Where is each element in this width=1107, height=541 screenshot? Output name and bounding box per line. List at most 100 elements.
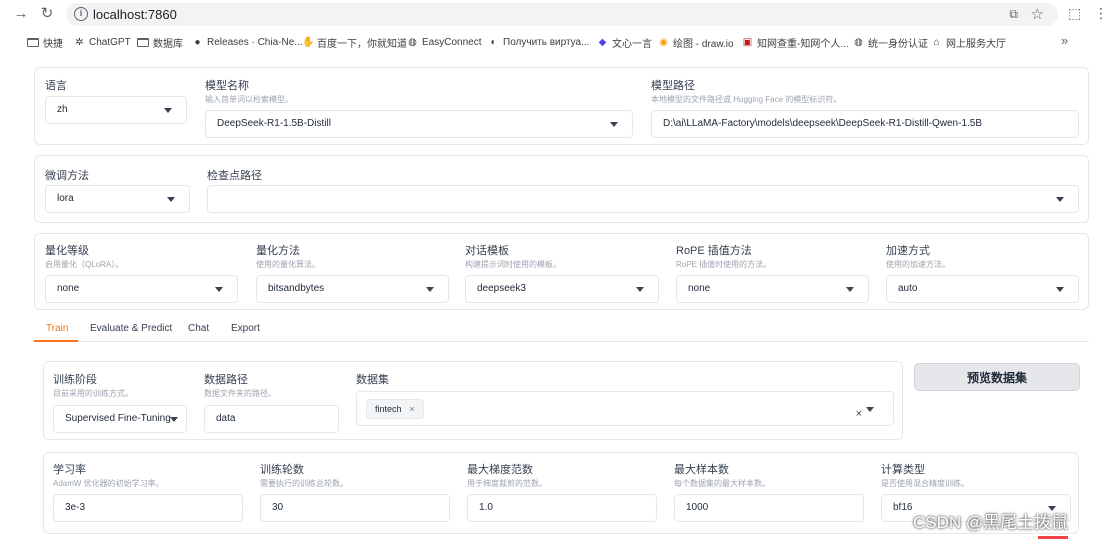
red-mark	[1038, 536, 1068, 539]
model-name-value: DeepSeek-R1-1.5B-Distill	[217, 118, 331, 129]
chevron-down-icon	[170, 417, 178, 422]
chevron-down-icon	[1056, 197, 1064, 202]
max-grad-norm-value: 1.0	[479, 502, 493, 513]
bookmark-label: 数据库	[153, 38, 183, 50]
quant-level-value: none	[57, 283, 80, 294]
template-dropdown[interactable]: deepseek3	[465, 275, 659, 303]
data-dir-label: 数据路径	[204, 374, 248, 386]
chatgpt-icon: ✲	[75, 36, 84, 48]
lang-dropdown[interactable]: zh	[45, 96, 187, 124]
chevron-down-icon	[636, 287, 644, 292]
folder-icon	[137, 37, 149, 47]
finetune-method-dropdown[interactable]: lora	[45, 185, 190, 213]
clear-icon[interactable]: ×	[856, 401, 862, 425]
data-dir-hint: 数据文件夹的路径。	[204, 389, 276, 398]
bookmark-item[interactable]: 快捷	[27, 34, 63, 50]
bookmark-label: 知网查重-知网个人...	[757, 38, 849, 50]
epochs-label: 训练轮数	[260, 464, 304, 476]
model-path-label: 模型路径	[651, 80, 695, 92]
chevron-down-icon	[866, 407, 874, 412]
quant-method-hint: 使用的量化算法。	[256, 260, 320, 269]
data-dir-input[interactable]: data	[204, 405, 339, 433]
chevron-down-icon	[164, 108, 172, 113]
chip-remove-icon[interactable]: ×	[410, 404, 415, 414]
stage-dropdown[interactable]: Supervised Fine-Tuning	[53, 405, 187, 433]
quant-method-dropdown[interactable]: bitsandbytes	[256, 275, 449, 303]
max-grad-norm-input[interactable]: 1.0	[467, 494, 657, 522]
epochs-input[interactable]: 30	[260, 494, 450, 522]
tab-chat[interactable]: Chat	[188, 323, 209, 334]
bookmark-item[interactable]: ● Releases · Chia-Ne...	[192, 34, 303, 50]
address-bar[interactable]: i localhost:7860 ⧉ ☆	[66, 3, 1058, 26]
model-path-hint: 本地模型的文件路径或 Hugging Face 的模型标识符。	[651, 95, 842, 104]
model-name-dropdown[interactable]: DeepSeek-R1-1.5B-Distill	[205, 110, 633, 138]
tab-export[interactable]: Export	[231, 323, 260, 334]
bookmark-label: 百度一下，你就知道	[317, 38, 407, 50]
lr-label: 学习率	[53, 464, 86, 476]
data-dir-value: data	[216, 413, 236, 424]
model-path-input[interactable]: D:\ai\LLaMA-Factory\models\deepseek\Deep…	[651, 110, 1079, 138]
chevron-down-icon	[1056, 287, 1064, 292]
template-label: 对话模板	[465, 245, 509, 257]
checkpoint-dropdown[interactable]	[207, 185, 1079, 213]
chevron-down-icon	[610, 122, 618, 127]
max-samples-label: 最大样本数	[674, 464, 729, 476]
bookmark-label: 文心一言	[612, 38, 652, 50]
template-hint: 构建提示词时使用的模板。	[465, 260, 561, 269]
bookmark-star-icon[interactable]: ☆	[1031, 5, 1044, 23]
lr-input[interactable]: 3e-3	[53, 494, 243, 522]
lr-hint: AdamW 优化器的初始学习率。	[53, 479, 164, 488]
rope-dropdown[interactable]: none	[676, 275, 869, 303]
compute-type-label: 计算类型	[881, 464, 925, 476]
accel-hint: 使用的加速方法。	[886, 260, 950, 269]
bookmark-item[interactable]: ◍ 统一身份认证	[853, 34, 928, 50]
epochs-value: 30	[272, 502, 284, 513]
bookmarks-more-icon[interactable]: »	[1061, 33, 1068, 48]
bookmark-item[interactable]: ⌂ 网上服务大厅	[931, 34, 1006, 50]
tab-train[interactable]: Train	[46, 323, 68, 334]
translate-icon[interactable]: ⧉	[1009, 7, 1018, 22]
site-icon: ◐	[490, 36, 497, 48]
folder-icon	[27, 37, 39, 47]
bookmark-label: Releases · Chia-Ne...	[207, 36, 303, 48]
compute-type-hint: 是否使用混合精度训练。	[881, 479, 969, 488]
quant-level-dropdown[interactable]: none	[45, 275, 238, 303]
accel-value: auto	[898, 283, 918, 294]
bookmark-item[interactable]: ▣ 知网查重-知网个人...	[742, 34, 849, 50]
quant-method-value: bitsandbytes	[268, 283, 325, 294]
drawio-icon: ◉	[659, 36, 668, 48]
browser-toolbar: → ↻ i localhost:7860 ⧉ ☆ ⬚ ⋮	[0, 0, 1107, 29]
max-samples-input[interactable]: 1000	[674, 494, 864, 522]
accel-dropdown[interactable]: auto	[886, 275, 1079, 303]
chevron-down-icon	[215, 287, 223, 292]
lang-label: 语言	[45, 80, 67, 92]
rope-hint: RoPE 插值时使用的方法。	[676, 260, 772, 269]
bookmark-item[interactable]: ◆ 文心一言	[597, 34, 652, 50]
bookmark-item[interactable]: ✲ ChatGPT	[74, 34, 130, 50]
model-path-value: D:\ai\LLaMA-Factory\models\deepseek\Deep…	[663, 118, 983, 129]
url-text[interactable]: localhost:7860	[93, 7, 177, 22]
bookmark-item[interactable]: ◐ Получить виртуа...	[488, 34, 589, 50]
site-info-icon[interactable]: i	[74, 7, 88, 21]
bookmark-item[interactable]: ◉ 绘图 - draw.io	[658, 34, 733, 50]
cnki-icon: ▣	[742, 36, 753, 48]
preview-dataset-button[interactable]: 预览数据集	[914, 363, 1080, 391]
epochs-hint: 需要执行的训练总轮数。	[260, 479, 348, 488]
bookmark-item[interactable]: ✋ 百度一下，你就知道	[302, 34, 407, 50]
rope-value: none	[688, 283, 711, 294]
dataset-multiselect[interactable]: fintech × ×	[356, 391, 894, 426]
reload-icon[interactable]: ↻	[38, 5, 56, 23]
lr-value: 3e-3	[65, 502, 86, 513]
bookmark-label: 统一身份认证	[868, 38, 928, 50]
menu-icon[interactable]: ⋮	[1094, 5, 1107, 22]
tab-evaluate-predict[interactable]: Evaluate & Predict	[90, 323, 172, 334]
bookmark-label: EasyConnect	[422, 36, 482, 48]
back-arrow-icon[interactable]: →	[12, 5, 30, 23]
dataset-label: 数据集	[356, 374, 389, 386]
advanced-panel: 量化等级 启用量化（QLoRA）。 none 量化方法 使用的量化算法。 bit…	[34, 233, 1089, 310]
bookmark-item[interactable]: 数据库	[137, 34, 183, 50]
model-panel: 语言 zh 模型名称 输入首单词以检索模型。 DeepSeek-R1-1.5B-…	[34, 67, 1089, 145]
bookmark-item[interactable]: ◍ EasyConnect	[407, 34, 481, 50]
extensions-icon[interactable]: ⬚	[1068, 5, 1081, 22]
bookmarks-bar: 快捷 ✲ ChatGPT 数据库 ● Releases · Chia-Ne... ✋…	[0, 31, 1107, 53]
